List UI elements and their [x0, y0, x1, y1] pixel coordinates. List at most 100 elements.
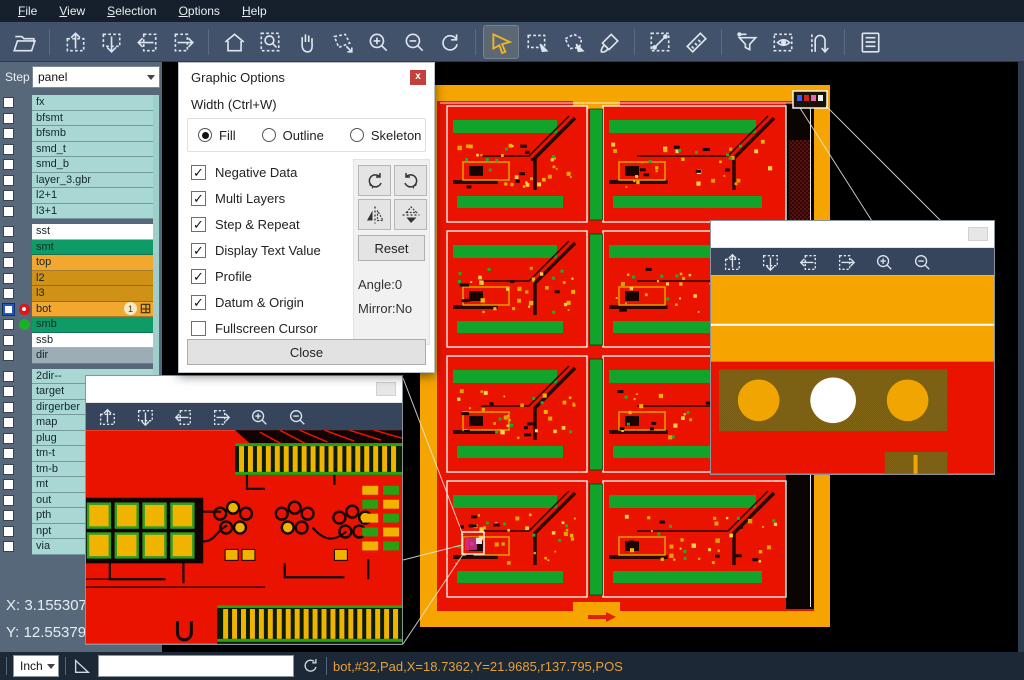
layer-row-l2[interactable]: l2 [0, 271, 162, 287]
radio-skeleton[interactable]: Skeleton [350, 128, 422, 143]
layer-checkbox[interactable] [3, 257, 14, 268]
menu-view[interactable]: View [49, 2, 95, 20]
menu-help[interactable]: Help [232, 2, 277, 20]
magnifier-pan-left-button[interactable] [173, 407, 193, 427]
layer-label[interactable]: smd_b [32, 157, 153, 173]
layer-checkbox[interactable] [3, 335, 14, 346]
ruler-button[interactable] [679, 26, 713, 58]
unit-select[interactable]: Inch [13, 655, 59, 677]
layer-checkbox[interactable] [3, 386, 14, 397]
pan-left-button[interactable] [130, 26, 164, 58]
layer-checkbox[interactable] [3, 97, 14, 108]
checkbox-display-text-value[interactable]: ✓Display Text Value [191, 237, 321, 263]
zoom-home-button[interactable] [217, 26, 251, 58]
layer-label[interactable]: bot1 [32, 302, 153, 318]
magnifier-pan-up-button[interactable] [97, 407, 117, 427]
layer-checkbox[interactable] [3, 128, 14, 139]
layer-label[interactable]: sst [32, 224, 153, 240]
close-button[interactable]: Close [187, 339, 426, 365]
magnifier-zoom-out-button[interactable] [287, 407, 307, 427]
menu-options[interactable]: Options [169, 2, 230, 20]
magnifier-pan-right-button[interactable] [211, 407, 231, 427]
layer-checkbox[interactable] [2, 303, 15, 316]
checkbox-multi-layers[interactable]: ✓Multi Layers [191, 185, 321, 211]
menu-selection[interactable]: Selection [97, 2, 166, 20]
layer-row-l3[interactable]: l3 [0, 286, 162, 302]
rotate-ccw-button[interactable] [394, 165, 427, 196]
polygon-select-button[interactable] [556, 26, 590, 58]
pan-hand-button[interactable] [289, 26, 323, 58]
layer-label[interactable]: l2 [32, 271, 153, 287]
checkbox-profile[interactable]: ✓Profile [191, 263, 321, 289]
layer-row-smb[interactable]: smb [0, 317, 162, 333]
layer-label[interactable]: fx [32, 95, 153, 111]
layer-checkbox[interactable] [3, 175, 14, 186]
layer-checkbox[interactable] [3, 144, 14, 155]
layer-label[interactable]: top [32, 255, 153, 271]
filter-button[interactable] [730, 26, 764, 58]
layer-row-l3+1[interactable]: l3+1 [0, 204, 162, 220]
layer-row-l2+1[interactable]: l2+1 [0, 188, 162, 204]
checkbox-step-repeat[interactable]: ✓Step & Repeat [191, 211, 321, 237]
step-select[interactable]: panel [32, 66, 160, 88]
measure-distance-button[interactable] [643, 26, 677, 58]
pan-up-button[interactable] [58, 26, 92, 58]
layer-checkbox[interactable] [3, 417, 14, 428]
zoom-in-button[interactable] [361, 26, 395, 58]
magnifier-pan-up-button[interactable] [722, 252, 742, 272]
highlight-net-button[interactable] [802, 26, 836, 58]
layer-checkbox[interactable] [3, 526, 14, 537]
view-options-button[interactable] [766, 26, 800, 58]
layer-row-smd_t[interactable]: smd_t [0, 142, 162, 158]
select-tool-button[interactable] [484, 26, 518, 58]
layer-checkbox[interactable] [3, 226, 14, 237]
zoom-window-button[interactable] [253, 26, 287, 58]
layer-checkbox[interactable] [3, 350, 14, 361]
layer-checkbox[interactable] [3, 319, 14, 330]
layer-checkbox[interactable] [3, 541, 14, 552]
layer-row-smt[interactable]: smt [0, 240, 162, 256]
reset-button[interactable]: Reset [358, 235, 425, 261]
command-input[interactable] [98, 655, 294, 677]
checkbox-negative-data[interactable]: ✓Negative Data [191, 159, 321, 185]
move-view-button[interactable] [325, 26, 359, 58]
magnifier-titlebar[interactable] [86, 376, 402, 403]
refresh-icon[interactable] [300, 656, 320, 676]
report-button[interactable] [853, 26, 887, 58]
radio-fill[interactable]: Fill [198, 128, 236, 143]
layer-label[interactable]: bfsmt [32, 111, 153, 127]
snap-angle-icon[interactable] [72, 656, 92, 676]
layer-checkbox[interactable] [3, 402, 14, 413]
layer-checkbox[interactable] [3, 479, 14, 490]
grid-icon[interactable] [140, 303, 151, 314]
magnifier-pan-down-button[interactable] [135, 407, 155, 427]
magnifier-window-right[interactable] [710, 220, 995, 475]
layer-row-fx[interactable]: fx [0, 95, 162, 111]
layer-checkbox[interactable] [3, 448, 14, 459]
magnifier-pan-right-button[interactable] [836, 252, 856, 272]
layer-checkbox[interactable] [3, 242, 14, 253]
checkbox-fullscreen-cursor[interactable]: Fullscreen Cursor [191, 315, 321, 341]
magnifier-zoom-in-button[interactable] [249, 407, 269, 427]
layer-checkbox[interactable] [3, 288, 14, 299]
layer-checkbox[interactable] [3, 206, 14, 217]
layer-label[interactable]: l3 [32, 286, 153, 302]
layer-checkbox[interactable] [3, 464, 14, 475]
layer-label[interactable]: smt [32, 240, 153, 256]
checkbox-datum-origin[interactable]: ✓Datum & Origin [191, 289, 321, 315]
layer-row-bot[interactable]: bot1 [0, 302, 162, 318]
layer-checkbox[interactable] [3, 190, 14, 201]
window-button[interactable] [376, 382, 396, 396]
layer-row-top[interactable]: top [0, 255, 162, 271]
brush-tool-button[interactable] [592, 26, 626, 58]
layer-row-bfsmb[interactable]: bfsmb [0, 126, 162, 142]
layer-label[interactable]: bfsmb [32, 126, 153, 142]
zoom-out-button[interactable] [397, 26, 431, 58]
magnifier-pan-down-button[interactable] [760, 252, 780, 272]
layer-checkbox[interactable] [3, 433, 14, 444]
magnifier-titlebar[interactable] [711, 221, 994, 248]
magnifier-zoom-out-button[interactable] [912, 252, 932, 272]
pan-down-button[interactable] [94, 26, 128, 58]
open-button[interactable] [7, 26, 41, 58]
zoom-previous-button[interactable] [433, 26, 467, 58]
